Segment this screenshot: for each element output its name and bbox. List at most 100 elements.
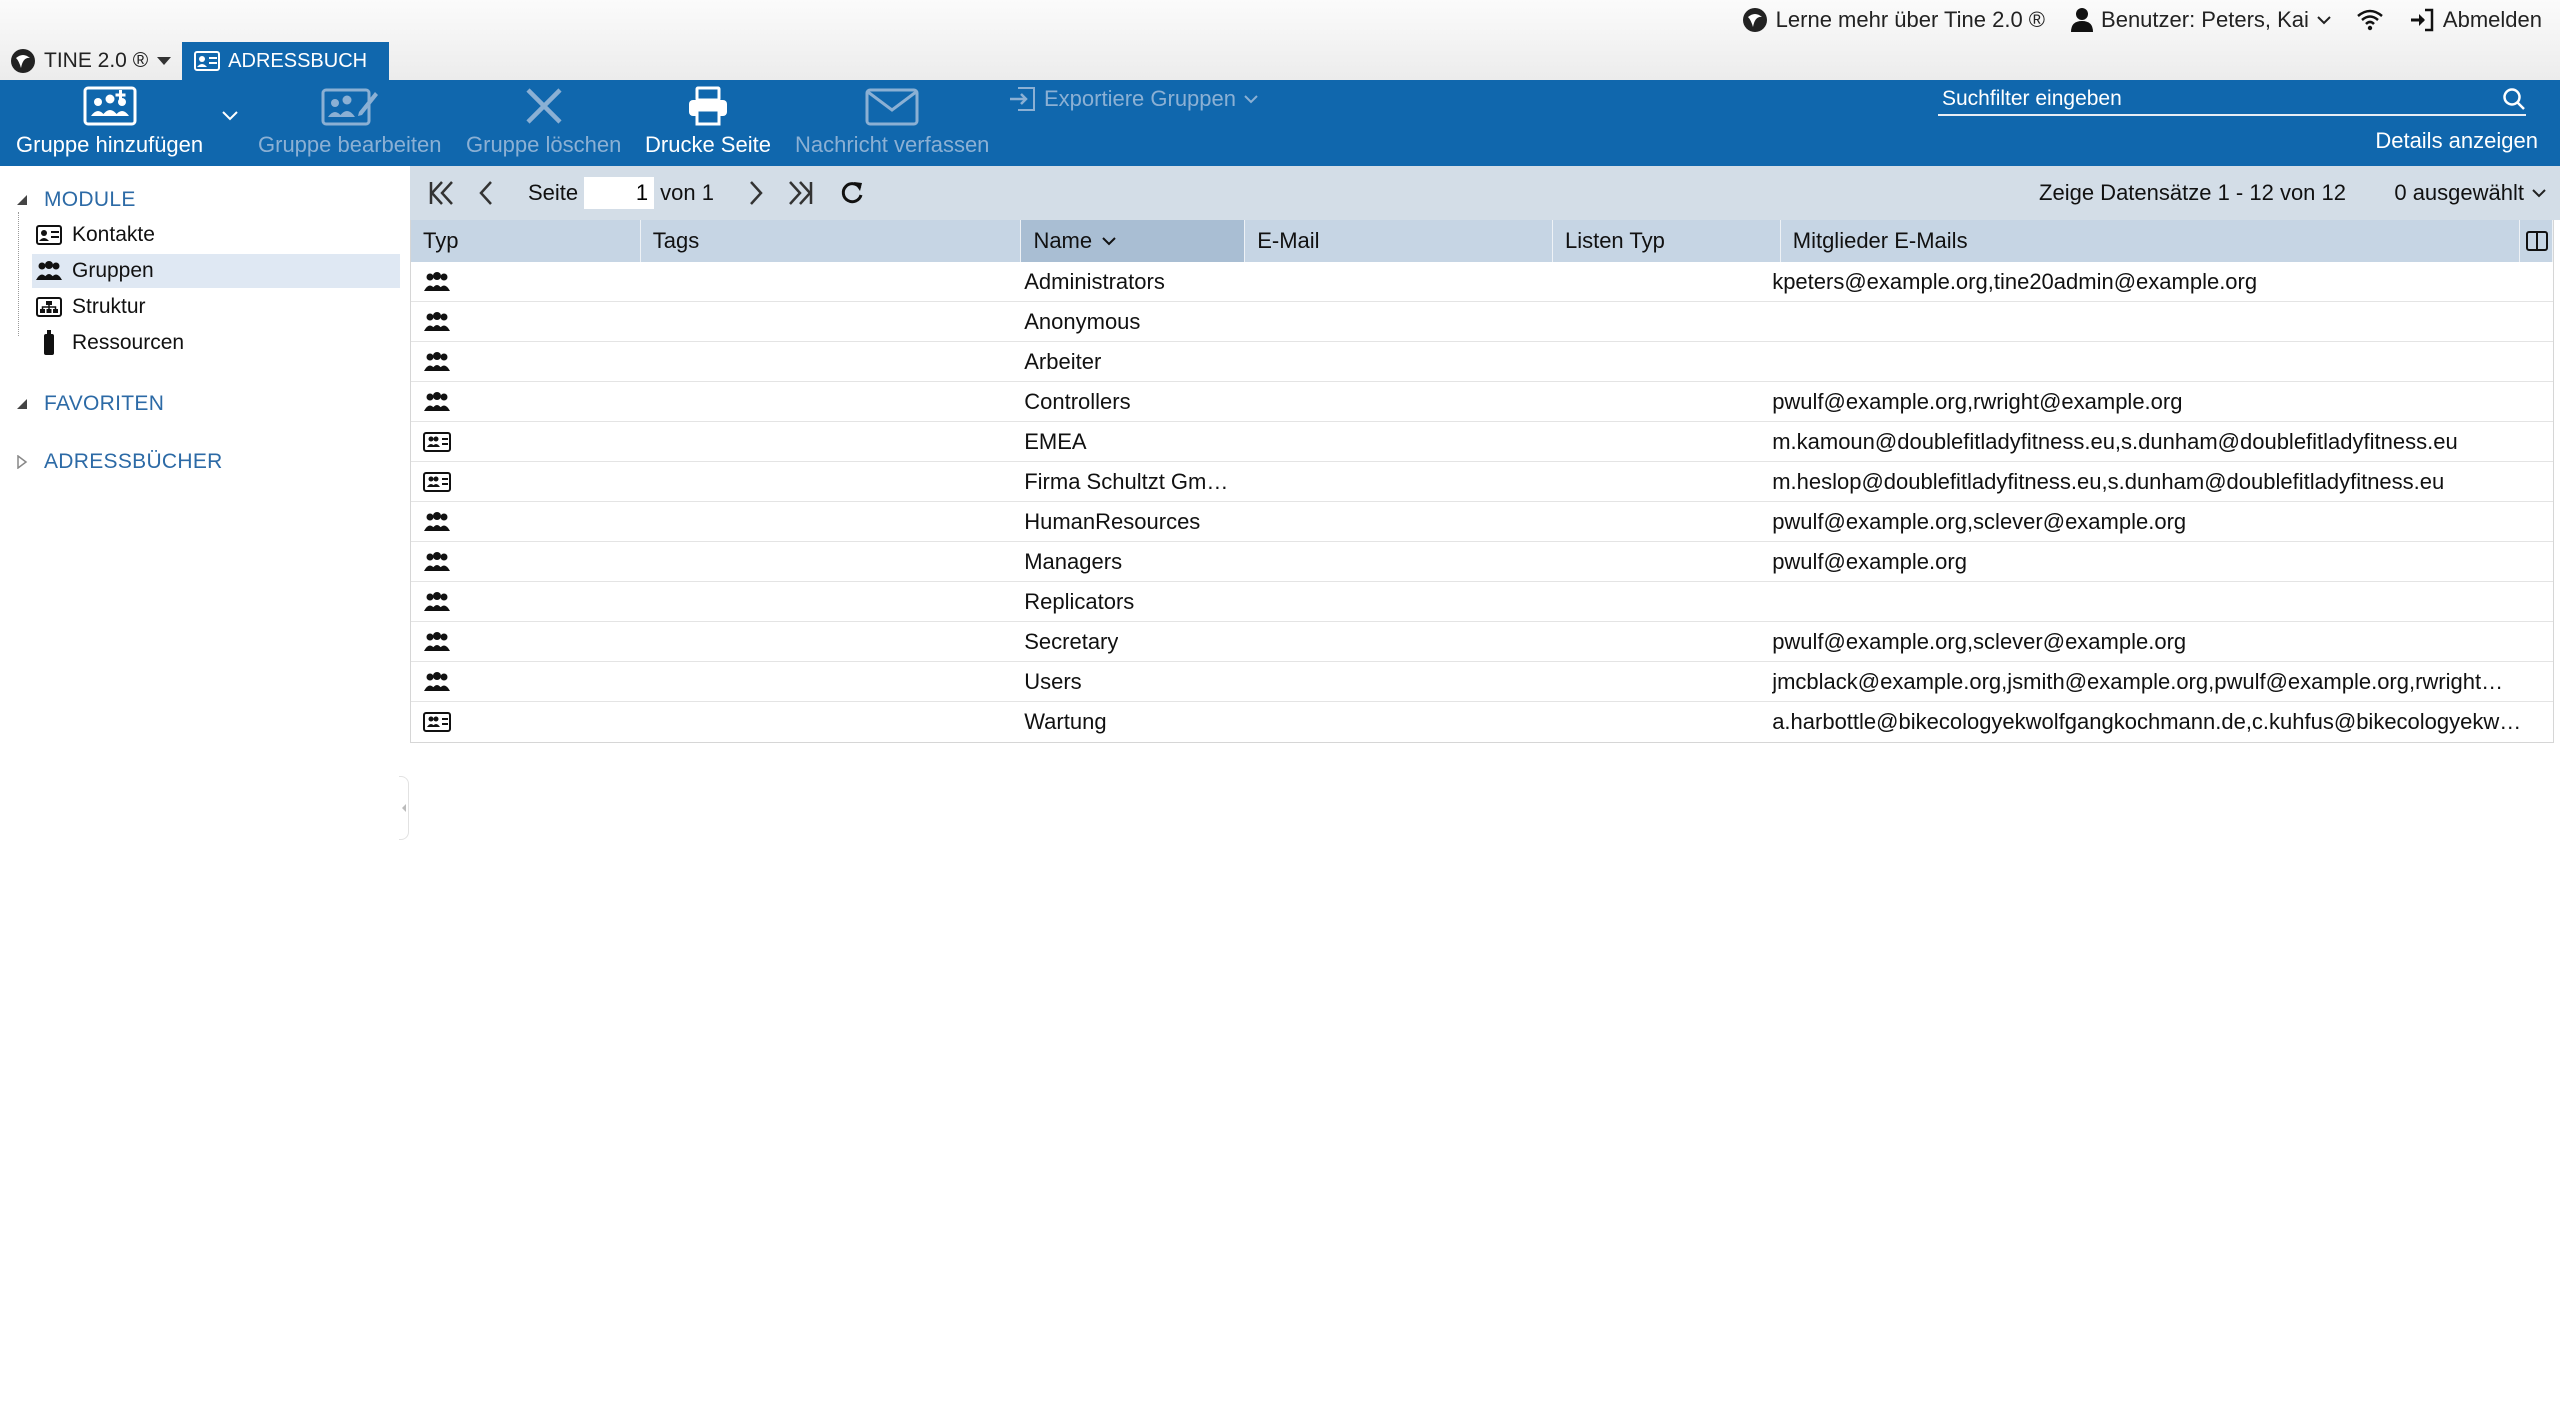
table-row[interactable]: EMEA m.kamoun@doublefitladyfitness.eu,s.d… [411,422,2553,462]
cell-email [1233,462,1536,501]
table-row[interactable]: Secretary pwulf@example.org,sclever@examp… [411,622,2553,662]
table-row[interactable]: Firma Schultzt Gm… m.heslop@doublefitlady… [411,462,2553,502]
print-page-button[interactable]: Drucke Seite [645,80,771,166]
cell-mitglieder-emails: a.harbottle@bikecologyekwolfgangkochmann… [1760,702,2553,741]
cell-listen-typ [1536,262,1760,301]
group-icon [36,261,62,280]
table-row[interactable]: Anonymous [411,302,2553,342]
paging-toolbar: Seite von 1 Zeige Datensätze 1 - 12 von … [410,166,2560,220]
column-header-label: Typ [423,228,459,253]
delete-group-button[interactable]: Gruppe löschen [466,80,621,166]
cell-tags [637,502,1012,541]
cell-listen-typ [1536,462,1760,501]
sidebar-item-struktur[interactable]: Struktur [32,290,400,324]
cell-mitglieder-emails [1760,302,2553,341]
cell-name: HumanResources [1012,502,1232,541]
tab-adressbuch[interactable]: ADRESSBUCH [182,42,390,80]
cell-mitglieder-emails: m.kamoun@doublefitladyfitness.eu,s.dunha… [1760,422,2553,461]
selection-menu[interactable]: 0 ausgewählt [2394,180,2546,206]
cell-email [1233,382,1536,421]
column-header-label: E-Mail [1257,228,1320,253]
cell-listen-typ [1536,342,1760,381]
tine-app-menu[interactable]: TINE 2.0 ® [0,42,182,80]
logout-button[interactable]: Abmelden [2409,7,2542,33]
add-group-split-arrow[interactable] [222,108,238,126]
details-toggle[interactable]: Details anzeigen [2375,128,2538,154]
cell-email [1233,662,1536,701]
cell-mitglieder-emails: jmcblack@example.org,jsmith@example.org,… [1760,662,2553,701]
selection-count: 0 ausgewählt [2394,180,2524,205]
add-group-button[interactable]: Gruppe hinzufügen [16,80,203,166]
learn-more-link[interactable]: Lerne mehr über Tine 2.0 ® [1742,7,2045,33]
addressbooks-section-header[interactable]: ADRESSBÜCHER [0,450,223,474]
user-menu[interactable]: Benutzer: Peters, Kai [2071,7,2331,33]
cell-name-text: Anonymous [1024,308,1141,334]
export-groups-button[interactable]: Exportiere Gruppen [1008,86,1258,112]
cell-typ [411,582,637,621]
cell-name-text: Managers [1024,548,1123,574]
column-header-name[interactable]: Name [1021,220,1246,262]
first-page-icon [429,181,453,205]
table-row[interactable]: Controllers pwulf@example.org,rwright@exa… [411,382,2553,422]
table-row[interactable]: HumanResources pwulf@example.org,sclever@… [411,502,2553,542]
column-header-typ[interactable]: Typ [411,220,641,262]
cell-mitglieder-emails: pwulf@example.org,sclever@example.org [1760,622,2553,661]
cell-members-text: m.kamoun@doublefitladyfitness.eu,s.dunha… [1772,428,2458,454]
cell-members-text: a.harbottle@bikecologyekwolfgangkochmann… [1772,708,2522,734]
cell-tags [637,422,1012,461]
cell-mitglieder-emails: pwulf@example.org [1760,542,2553,581]
column-header-tags[interactable]: Tags [641,220,1022,262]
column-header-email[interactable]: E-Mail [1245,220,1553,262]
records-info: Zeige Datensätze 1 - 12 von 12 [2039,180,2346,205]
search-input[interactable] [1938,87,2458,111]
group-icon [424,631,450,651]
grid-body: Administrators kpeters@example.org,tine20… [411,262,2553,742]
table-row[interactable]: Managers pwulf@example.org [411,542,2553,582]
column-header-listen-typ[interactable]: Listen Typ [1553,220,1781,262]
sidebar-item-kontakte[interactable]: Kontakte [32,218,400,252]
cell-listen-typ [1536,702,1760,741]
print-page-label: Drucke Seite [645,132,771,157]
cell-email [1233,422,1536,461]
table-row[interactable]: Replicators [411,582,2553,622]
refresh-icon [841,182,863,204]
modules-section-header[interactable]: MODULE [0,188,136,212]
search-icon[interactable] [2502,87,2526,111]
group-icon [424,551,450,571]
cell-name: Firma Schultzt Gm… [1012,462,1232,501]
sidebar-collapse-handle[interactable] [399,776,409,840]
cell-tags [637,622,1012,661]
column-header-mitglieder-emails[interactable]: Mitglieder E-Mails [1781,220,2554,262]
favorites-section-header[interactable]: FAVORITEN [0,392,164,416]
compose-message-button[interactable]: Nachricht verfassen [795,80,989,166]
list-card-icon [423,711,451,732]
export-icon [1010,87,1035,111]
cell-name-text: Users [1024,668,1082,694]
logout-icon [2410,8,2434,32]
previous-page-button[interactable] [468,173,504,213]
cell-email [1233,702,1536,741]
sidebar-item-ressourcen[interactable]: Ressourcen [32,326,400,360]
edit-group-button[interactable]: Gruppe bearbeiten [258,80,441,166]
table-row[interactable]: Arbeiter [411,342,2553,382]
column-picker-button[interactable] [2519,220,2553,262]
table-row[interactable]: Wartung a.harbottle@bikecologyekwolfgangk… [411,702,2553,742]
page-number-input[interactable] [584,177,655,209]
sidebar-item-gruppen[interactable]: Gruppen [32,254,400,288]
first-page-button[interactable] [424,173,460,213]
sidebar-item-label: Gruppen [72,259,154,282]
cell-tags [637,382,1012,421]
table-row[interactable]: Users jmcblack@example.org,jsmith@example… [411,662,2553,702]
group-icon [424,351,450,371]
cell-typ [411,302,637,341]
cell-typ [411,502,637,541]
last-page-button[interactable] [782,173,818,213]
table-row[interactable]: Administrators kpeters@example.org,tine20… [411,262,2553,302]
cell-listen-typ [1536,422,1760,461]
list-card-icon [423,431,451,452]
columns-icon [2525,231,2548,251]
favorites-header-label: FAVORITEN [44,392,165,415]
next-page-button[interactable] [738,173,774,213]
group-icon [424,271,450,291]
refresh-button[interactable] [834,173,870,213]
